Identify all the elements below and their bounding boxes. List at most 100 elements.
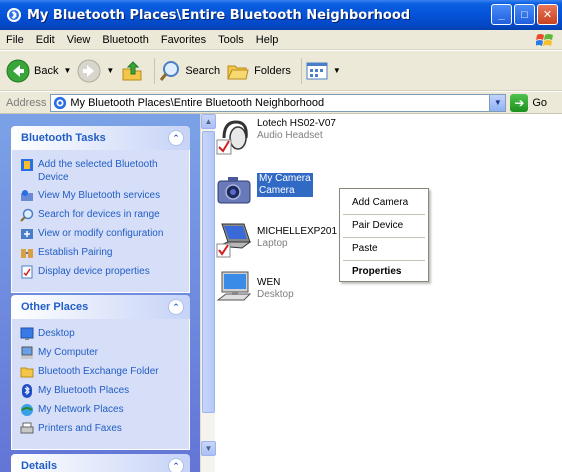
- bluetooth-places-icon: [7, 8, 21, 22]
- other-places-body: Desktop My Computer Bluetooth Exchange F…: [11, 319, 190, 450]
- context-menu: Add Camera Pair Device Paste Properties: [339, 188, 429, 282]
- details-header[interactable]: Details ⌃: [11, 454, 190, 472]
- device-type: Laptop: [257, 238, 288, 249]
- task-label: View My Bluetooth services: [38, 190, 161, 201]
- task-establish-pairing[interactable]: Establish Pairing: [20, 246, 183, 260]
- device-item[interactable]: My Camera Camera: [216, 173, 313, 211]
- windows-logo-icon: [536, 34, 553, 46]
- panel-title: Bluetooth Tasks: [21, 132, 106, 144]
- minimize-icon: _: [498, 8, 505, 21]
- menu-bluetooth[interactable]: Bluetooth: [96, 34, 154, 46]
- maximize-button[interactable]: □: [514, 4, 535, 25]
- collapse-button[interactable]: ⌃: [168, 130, 184, 146]
- vertical-scrollbar[interactable]: ▲ ▼: [200, 114, 216, 472]
- place-label: My Network Places: [38, 404, 124, 415]
- task-label: Display device properties: [38, 266, 150, 277]
- bluetooth-tasks-panel: Bluetooth Tasks ⌃ Add the selected Bluet…: [11, 126, 190, 293]
- scroll-up-button[interactable]: ▲: [201, 114, 216, 129]
- menu-pair-device[interactable]: Pair Device: [340, 215, 428, 237]
- task-pane: Bluetooth Tasks ⌃ Add the selected Bluet…: [0, 114, 200, 472]
- address-field[interactable]: My Bluetooth Places\Entire Bluetooth Nei…: [50, 93, 507, 112]
- toolbar-separator: [154, 57, 156, 84]
- close-button[interactable]: ✕: [537, 4, 558, 25]
- device-name: My Camera: [257, 173, 313, 185]
- printer-icon: [20, 422, 34, 434]
- task-view-configuration[interactable]: View or modify configuration: [20, 227, 183, 241]
- menu-add-camera[interactable]: Add Camera: [340, 192, 428, 214]
- menu-file[interactable]: File: [0, 34, 30, 46]
- window-title: My Bluetooth Places\Entire Bluetooth Nei…: [27, 7, 411, 23]
- task-display-properties[interactable]: Display device properties: [20, 265, 183, 279]
- chevron-up-icon: ⌃: [172, 132, 180, 143]
- bluetooth-places-icon: [54, 96, 67, 109]
- network-icon: [21, 404, 33, 416]
- pairing-icon: [21, 249, 33, 258]
- menu-view[interactable]: View: [61, 34, 97, 46]
- task-search-devices[interactable]: Search for devices in range: [20, 208, 183, 222]
- place-desktop[interactable]: Desktop: [20, 327, 183, 341]
- maximize-icon: □: [521, 8, 528, 21]
- forward-arrow-icon: [77, 59, 101, 82]
- task-label: Add the selected Bluetooth Device: [38, 159, 158, 183]
- place-label: My Bluetooth Places: [38, 385, 130, 396]
- menu-bar: File Edit View Bluetooth Favorites Tools…: [0, 30, 562, 50]
- menu-favorites[interactable]: Favorites: [155, 34, 212, 46]
- folders-icon: [227, 65, 249, 79]
- chevron-down-icon: ▼: [493, 98, 502, 107]
- place-label: Desktop: [38, 328, 75, 339]
- menu-properties[interactable]: Properties: [340, 261, 428, 283]
- desktop-icon: [20, 327, 34, 340]
- bluetooth-icon: [22, 384, 32, 398]
- search-icon: [20, 208, 34, 222]
- task-view-services[interactable]: View My Bluetooth services: [20, 189, 183, 203]
- place-my-network-places[interactable]: My Network Places: [20, 403, 183, 417]
- forward-dropdown-icon[interactable]: ▼: [106, 66, 114, 75]
- device-item[interactable]: WEN Desktop: [216, 270, 294, 308]
- place-bluetooth-exchange-folder[interactable]: Bluetooth Exchange Folder: [20, 365, 183, 379]
- configuration-icon: [21, 229, 33, 239]
- scroll-thumb[interactable]: [202, 131, 215, 413]
- device-name: Lotech HS02-V07: [257, 118, 336, 129]
- address-dropdown-button[interactable]: ▼: [489, 94, 506, 111]
- menu-tools[interactable]: Tools: [212, 34, 250, 46]
- services-icon: [21, 190, 33, 201]
- go-button[interactable]: ➔ Go: [510, 93, 547, 112]
- back-button[interactable]: Back ▼: [6, 56, 71, 86]
- device-item[interactable]: Lotech HS02-V07 Audio Headset: [216, 118, 336, 156]
- forward-button[interactable]: ▼: [77, 56, 114, 86]
- device-item[interactable]: MICHELLEXP201 Laptop: [216, 220, 337, 258]
- laptop-icon: [216, 223, 252, 258]
- device-name: WEN: [257, 277, 281, 288]
- task-add-device[interactable]: Add the selected Bluetooth Device: [20, 158, 183, 184]
- back-dropdown-icon[interactable]: ▼: [63, 66, 71, 75]
- folder-icon: [20, 367, 34, 378]
- computer-icon: [21, 346, 33, 359]
- search-button[interactable]: Search: [159, 56, 220, 86]
- place-my-bluetooth-places[interactable]: My Bluetooth Places: [20, 384, 183, 398]
- up-folder-button[interactable]: [120, 56, 144, 86]
- other-places-header[interactable]: Other Places ⌃: [11, 295, 190, 319]
- search-icon: [160, 60, 180, 81]
- collapse-button[interactable]: ⌃: [168, 458, 184, 472]
- collapse-button[interactable]: ⌃: [168, 299, 184, 315]
- scroll-down-button[interactable]: ▼: [201, 441, 216, 456]
- views-button[interactable]: ▼: [306, 56, 341, 86]
- views-dropdown-icon[interactable]: ▼: [333, 66, 341, 75]
- toolbar-separator: [300, 57, 302, 84]
- other-places-panel: Other Places ⌃ Desktop My Computer Bluet…: [11, 295, 190, 450]
- menu-edit[interactable]: Edit: [30, 34, 61, 46]
- minimize-button[interactable]: _: [491, 4, 512, 25]
- properties-icon: [21, 265, 33, 279]
- place-my-computer[interactable]: My Computer: [20, 346, 183, 360]
- address-bar: Address My Bluetooth Places\Entire Bluet…: [0, 92, 562, 114]
- menu-paste[interactable]: Paste: [340, 238, 428, 260]
- menu-help[interactable]: Help: [250, 34, 285, 46]
- title-bar[interactable]: My Bluetooth Places\Entire Bluetooth Nei…: [0, 0, 562, 30]
- back-label: Back: [34, 64, 59, 77]
- headset-icon: [216, 120, 248, 155]
- folders-button[interactable]: Folders: [226, 56, 291, 86]
- details-panel: Details ⌃: [11, 454, 190, 472]
- bluetooth-tasks-header[interactable]: Bluetooth Tasks ⌃: [11, 126, 190, 150]
- back-arrow-icon: [6, 59, 30, 82]
- place-printers-and-faxes[interactable]: Printers and Faxes: [20, 422, 183, 436]
